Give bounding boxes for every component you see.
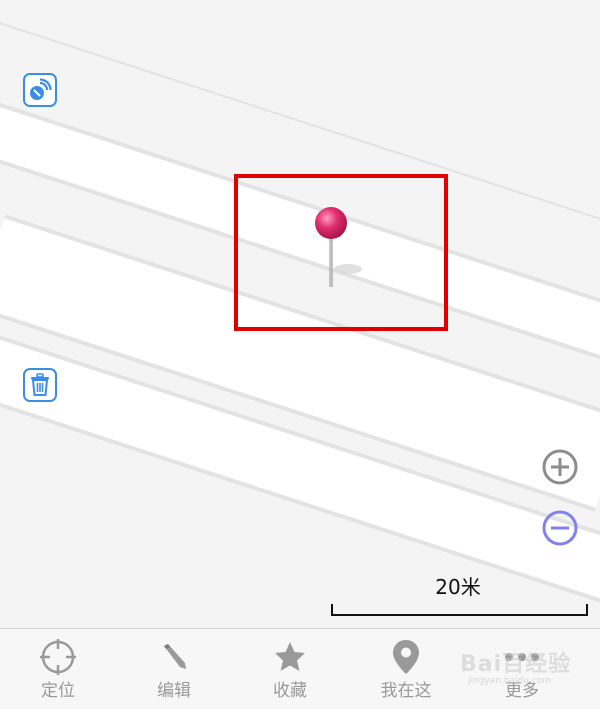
- trash-icon: [31, 373, 49, 396]
- tab-label: 更多: [505, 681, 539, 701]
- tab-label: 收藏: [273, 681, 307, 701]
- star-icon: [270, 637, 310, 677]
- tab-favorites[interactable]: 收藏: [232, 629, 348, 709]
- map-view[interactable]: 20米: [0, 0, 600, 628]
- tab-label: 编辑: [157, 681, 191, 701]
- tab-label: 定位: [41, 681, 75, 701]
- plus-circle-icon: [542, 449, 578, 485]
- satellite-signal-icon: [30, 78, 52, 100]
- bottom-tab-bar: 定位 编辑 收藏 我在这 更多: [0, 628, 600, 709]
- tab-more[interactable]: 更多: [464, 629, 580, 709]
- scale-bar: [331, 604, 588, 616]
- more-dots-icon: [502, 637, 542, 677]
- crosshair-icon: [38, 637, 78, 677]
- tab-edit[interactable]: 编辑: [116, 629, 232, 709]
- delete-button[interactable]: [23, 368, 57, 402]
- tab-i-am-here[interactable]: 我在这: [348, 629, 464, 709]
- zoom-out-button[interactable]: [541, 509, 579, 547]
- pushpin-icon[interactable]: [310, 205, 370, 295]
- scale-label: 20米: [435, 575, 481, 599]
- zoom-in-button[interactable]: [541, 448, 579, 486]
- minus-circle-icon: [542, 510, 578, 546]
- tab-locate[interactable]: 定位: [0, 629, 116, 709]
- pencil-icon: [154, 637, 194, 677]
- location-pin-icon: [386, 637, 426, 677]
- tab-label: 我在这: [380, 681, 432, 701]
- gps-button[interactable]: [23, 73, 57, 107]
